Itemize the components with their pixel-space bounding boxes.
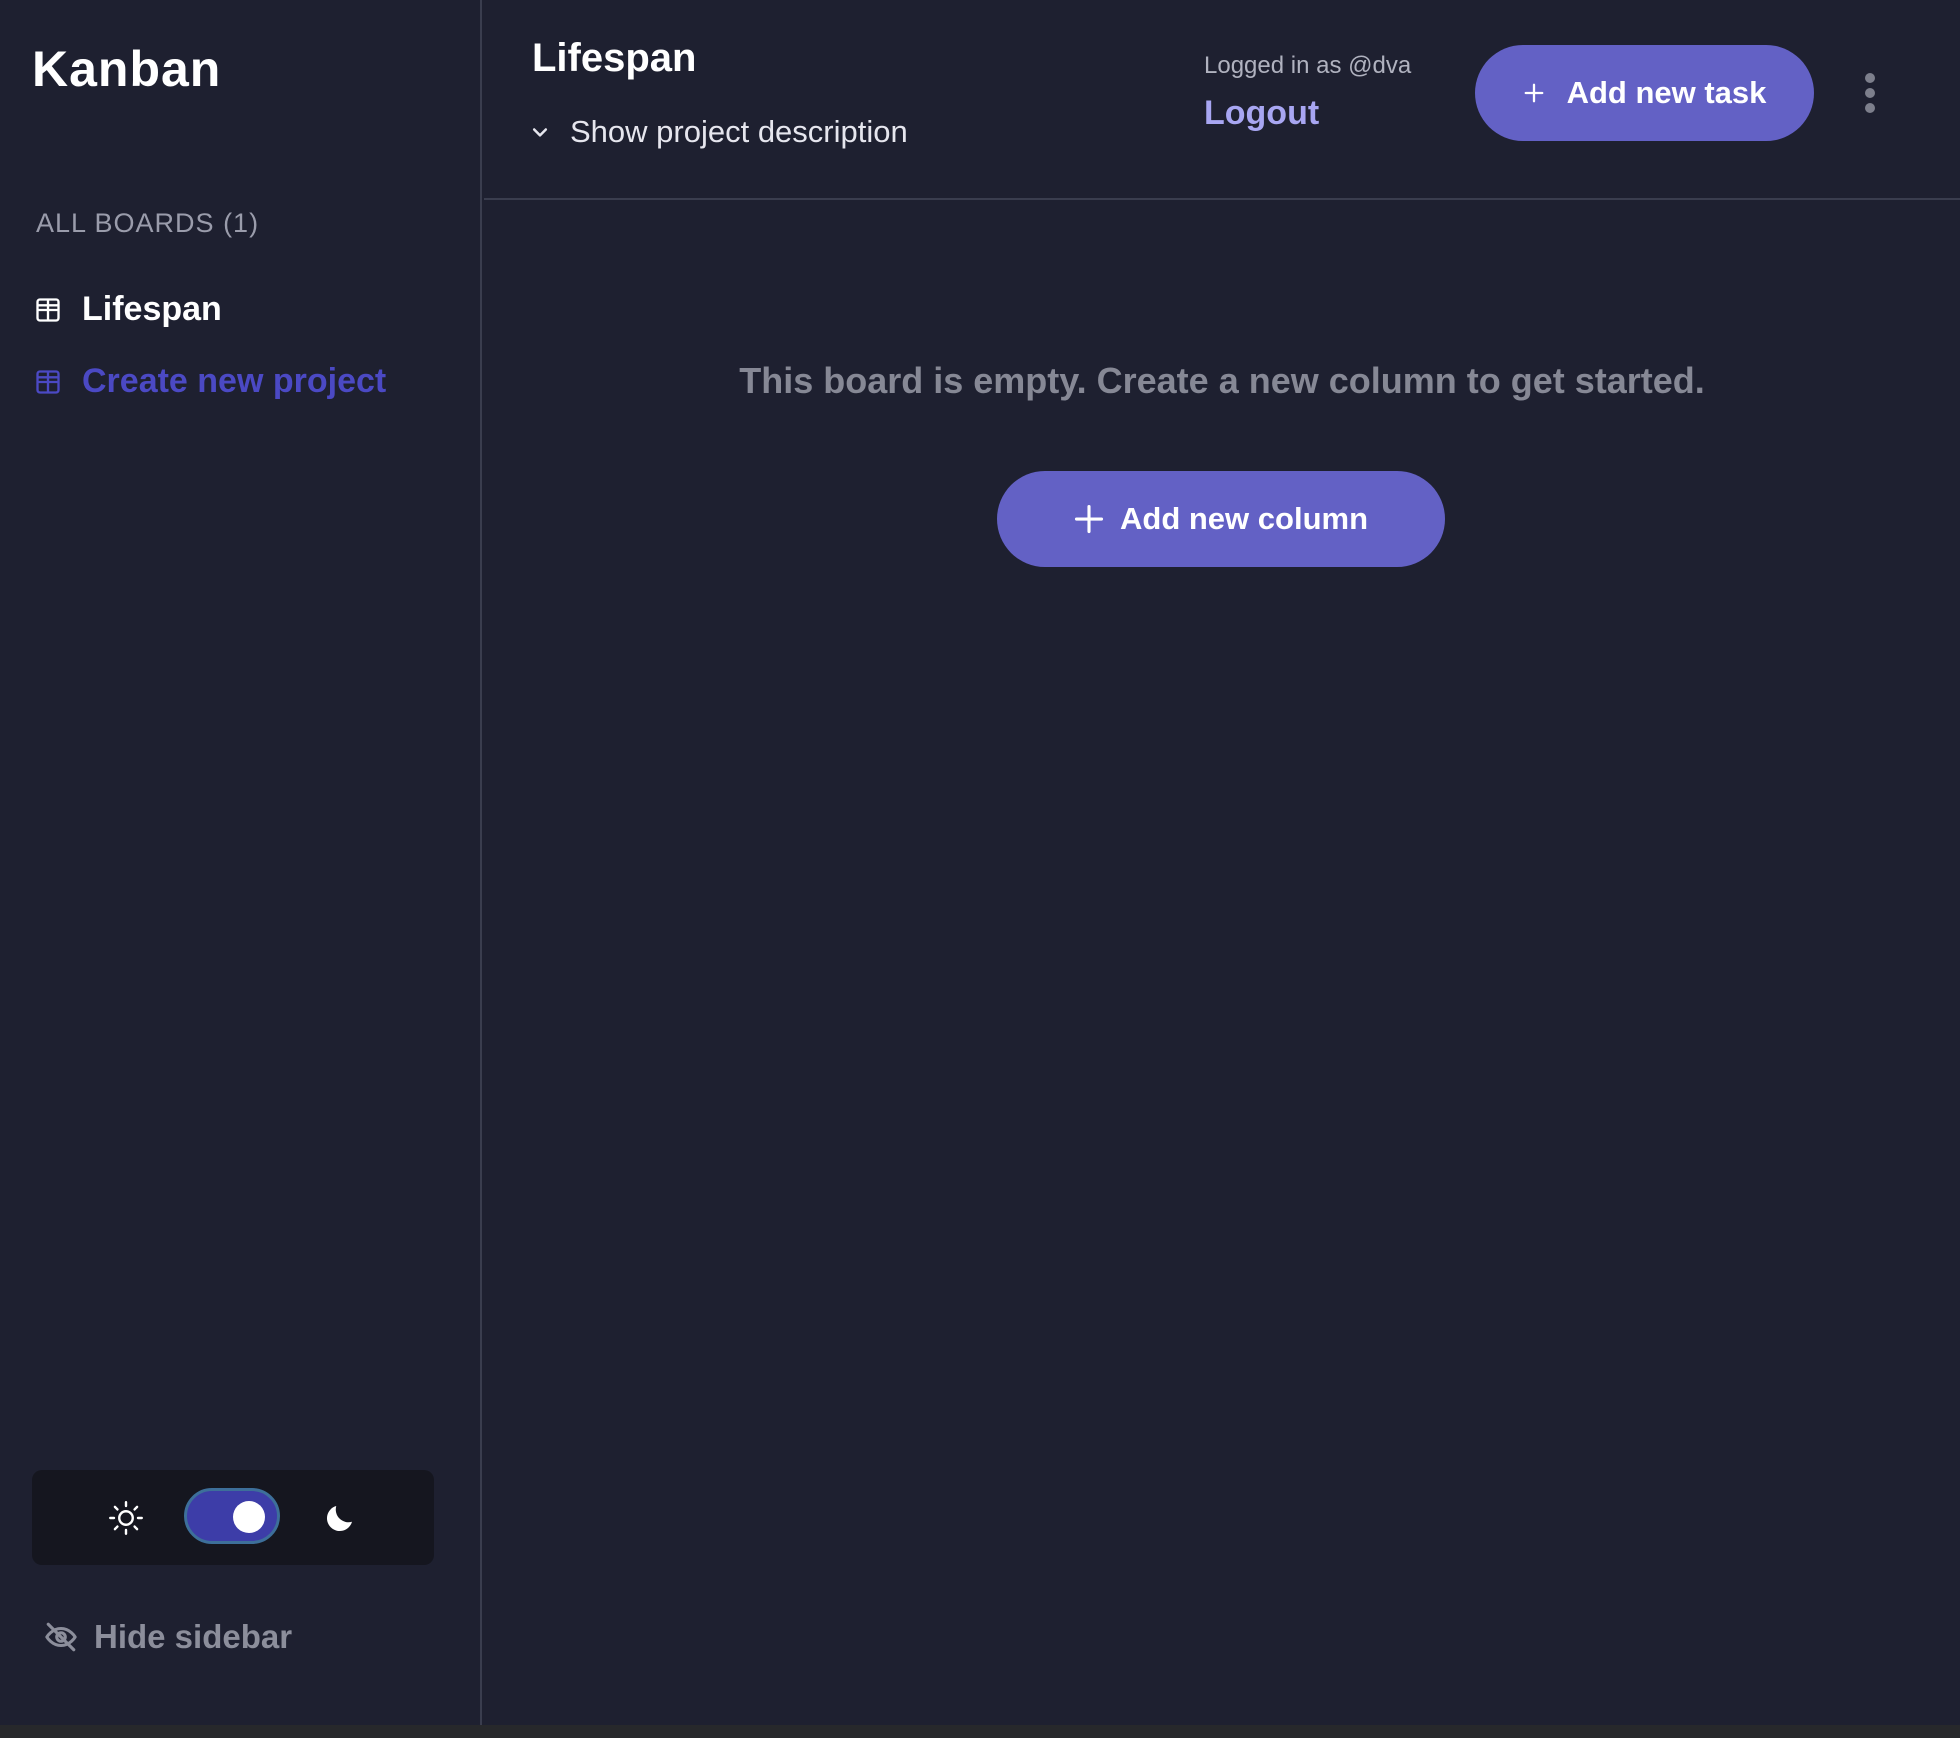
plus-icon <box>1074 504 1104 534</box>
create-project-link[interactable]: Create new project <box>34 362 386 401</box>
more-vertical-icon[interactable] <box>1862 72 1878 114</box>
sidebar: Kanban ALL BOARDS (1) Lifespan Create ne… <box>0 0 482 1725</box>
logout-link[interactable]: Logout <box>1204 94 1319 133</box>
logged-in-text: Logged in as @dva <box>1204 52 1412 79</box>
sidebar-item-lifespan[interactable]: Lifespan <box>34 290 222 329</box>
all-boards-heading: ALL BOARDS (1) <box>36 208 260 238</box>
theme-switch-knob <box>233 1501 265 1533</box>
board-grid-icon <box>36 369 60 394</box>
eye-off-icon <box>45 1622 77 1652</box>
moon-icon[interactable] <box>322 1500 358 1536</box>
chevron-down-icon <box>532 128 548 137</box>
theme-toggle-panel <box>32 1470 434 1565</box>
add-column-label: Add new column <box>1120 501 1368 536</box>
app-logo: Kanban <box>32 41 222 97</box>
bottom-edge <box>0 1725 1960 1738</box>
sidebar-item-label: Lifespan <box>82 290 222 328</box>
page-title: Lifespan <box>532 36 697 80</box>
show-description-label: Show project description <box>570 114 908 149</box>
theme-switch[interactable] <box>184 1488 280 1544</box>
plus-icon <box>1524 83 1543 103</box>
add-task-label: Add new task <box>1566 75 1767 110</box>
hide-sidebar-label: Hide sidebar <box>94 1618 293 1655</box>
hide-sidebar-button[interactable]: Hide sidebar <box>44 1618 292 1656</box>
create-project-label: Create new project <box>82 362 387 400</box>
show-description-toggle[interactable]: Show project description <box>530 114 908 150</box>
board-header: Lifespan Show project description Logged… <box>484 0 1960 200</box>
add-task-button[interactable]: Add new task <box>1475 45 1814 141</box>
sun-icon[interactable] <box>108 1500 144 1536</box>
add-column-button[interactable]: Add new column <box>997 471 1445 567</box>
empty-board-message: This board is empty. Create a new column… <box>739 360 1705 401</box>
board-grid-icon <box>36 297 60 322</box>
app-root: Kanban ALL BOARDS (1) Lifespan Create ne… <box>0 0 1960 1725</box>
